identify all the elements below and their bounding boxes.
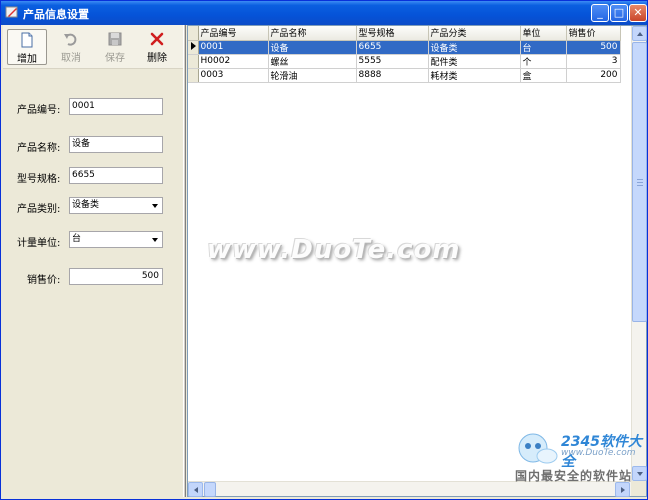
column-header[interactable]: 型号规格 <box>356 26 429 41</box>
model-spec-label: 型号规格: <box>17 174 61 185</box>
product-name-label: 产品名称: <box>17 143 61 154</box>
grip-icon <box>637 185 643 186</box>
column-header[interactable]: 销售价 <box>566 26 621 41</box>
add-button-label: 增加 <box>17 54 37 65</box>
product-code-row: 产品编号: 0001 <box>3 98 183 118</box>
current-row-arrow-icon <box>191 41 196 50</box>
cancel-button-label: 取消 <box>61 53 81 64</box>
undo-icon <box>64 33 77 46</box>
product-name-input[interactable]: 设备 <box>69 136 163 153</box>
table-cell[interactable]: 轮滑油 <box>268 68 357 83</box>
unit-label: 计量单位: <box>17 238 61 249</box>
table-cell[interactable]: 5555 <box>356 54 429 69</box>
arrow-up-icon <box>637 32 643 36</box>
scroll-left-button[interactable] <box>188 482 203 497</box>
table-cell[interactable]: 500 <box>566 40 621 55</box>
main-window: 产品信息设置 _ □ ✕ 增加 取消 保存 删除 产品编号: 0001 产品名称… <box>0 0 648 500</box>
add-button[interactable]: 增加 <box>7 29 47 65</box>
watermark-url: www.DuoTe.com <box>561 448 636 458</box>
close-button[interactable]: ✕ <box>629 4 647 22</box>
price-row: 销售价: 500 <box>3 268 183 288</box>
table-cell[interactable]: H0002 <box>198 54 269 69</box>
cancel-button[interactable]: 取消 <box>51 29 91 65</box>
table-cell[interactable]: 设备类 <box>428 40 521 55</box>
category-select-value: 设备类 <box>72 200 100 210</box>
product-table: 产品编号 产品名称 型号规格 产品分类 单位 销售价 0001 设备 6655 … <box>188 26 621 83</box>
table-cell[interactable]: 盒 <box>520 68 567 83</box>
delete-button-label: 删除 <box>147 53 167 64</box>
scroll-up-button[interactable] <box>632 26 647 41</box>
row-header[interactable] <box>188 68 199 83</box>
grip-icon <box>637 182 643 183</box>
title-bar[interactable]: 产品信息设置 _ □ ✕ <box>1 1 647 25</box>
table-cell[interactable]: 螺丝 <box>268 54 357 69</box>
minimize-button[interactable]: _ <box>591 4 609 22</box>
table-cell[interactable]: 0001 <box>198 40 269 55</box>
table-row[interactable]: 0003 轮滑油 8888 耗材类 盒 200 <box>188 68 621 83</box>
category-label: 产品类别: <box>17 204 61 215</box>
table-row[interactable]: H0002 螺丝 5555 配件类 个 3 <box>188 54 621 69</box>
save-button-label: 保存 <box>105 53 125 64</box>
chevron-down-icon <box>152 204 158 208</box>
save-button[interactable]: 保存 <box>95 29 135 65</box>
table-cell[interactable]: 配件类 <box>428 54 521 69</box>
watermark-text: www.DuoTe.com <box>207 235 461 265</box>
price-label: 销售价: <box>27 275 61 286</box>
table-cell[interactable]: 台 <box>520 40 567 55</box>
vertical-scrollbar[interactable] <box>631 26 647 481</box>
product-code-input[interactable]: 0001 <box>69 98 163 115</box>
watermark-slogan: 国内最安全的软件站 <box>515 469 633 483</box>
grip-icon <box>637 179 643 180</box>
table-cell[interactable]: 3 <box>566 54 621 69</box>
vertical-scroll-thumb[interactable] <box>632 42 647 322</box>
table-cell[interactable]: 8888 <box>356 68 429 83</box>
product-name-row: 产品名称: 设备 <box>3 136 183 156</box>
price-input[interactable]: 500 <box>69 268 163 285</box>
column-header[interactable]: 产品分类 <box>428 26 521 41</box>
column-header[interactable]: 单位 <box>520 26 567 41</box>
product-code-label: 产品编号: <box>17 105 61 116</box>
maximize-button[interactable]: □ <box>610 4 628 22</box>
horizontal-scroll-thumb[interactable] <box>204 482 216 497</box>
column-header[interactable]: 产品名称 <box>268 26 357 41</box>
save-disk-icon <box>108 32 122 46</box>
table-cell[interactable]: 设备 <box>268 40 357 55</box>
column-header[interactable]: 产品编号 <box>198 26 269 41</box>
model-spec-input[interactable]: 6655 <box>69 167 163 184</box>
new-document-icon <box>21 32 33 48</box>
category-select[interactable]: 设备类 <box>69 197 163 214</box>
table-cell[interactable]: 6655 <box>356 40 429 55</box>
app-icon <box>5 6 18 18</box>
grid-header-row: 产品编号 产品名称 型号规格 产品分类 单位 销售价 <box>188 26 621 41</box>
unit-select[interactable]: 台 <box>69 231 163 248</box>
toolbar: 增加 取消 保存 删除 <box>3 25 183 69</box>
delete-button[interactable]: 删除 <box>137 29 177 65</box>
unit-select-value: 台 <box>72 234 82 244</box>
window-title: 产品信息设置 <box>23 8 89 21</box>
table-cell[interactable]: 个 <box>520 54 567 69</box>
panel-splitter[interactable] <box>183 25 186 497</box>
table-cell[interactable]: 0003 <box>198 68 269 83</box>
category-row: 产品类别: 设备类 <box>3 197 183 217</box>
row-header[interactable] <box>188 40 199 55</box>
table-cell[interactable]: 耗材类 <box>428 68 521 83</box>
table-cell[interactable]: 200 <box>566 68 621 83</box>
table-row[interactable]: 0001 设备 6655 设备类 台 500 <box>188 40 621 55</box>
arrow-left-icon <box>194 487 198 493</box>
unit-row: 计量单位: 台 <box>3 231 183 251</box>
product-form-panel: 增加 取消 保存 删除 产品编号: 0001 产品名称: 设备 型号规格: 66… <box>3 25 183 497</box>
delete-x-icon <box>150 32 164 46</box>
model-spec-row: 型号规格: 6655 <box>3 167 183 187</box>
row-header-corner <box>188 26 199 41</box>
row-header[interactable] <box>188 54 199 69</box>
chevron-down-icon <box>152 238 158 242</box>
